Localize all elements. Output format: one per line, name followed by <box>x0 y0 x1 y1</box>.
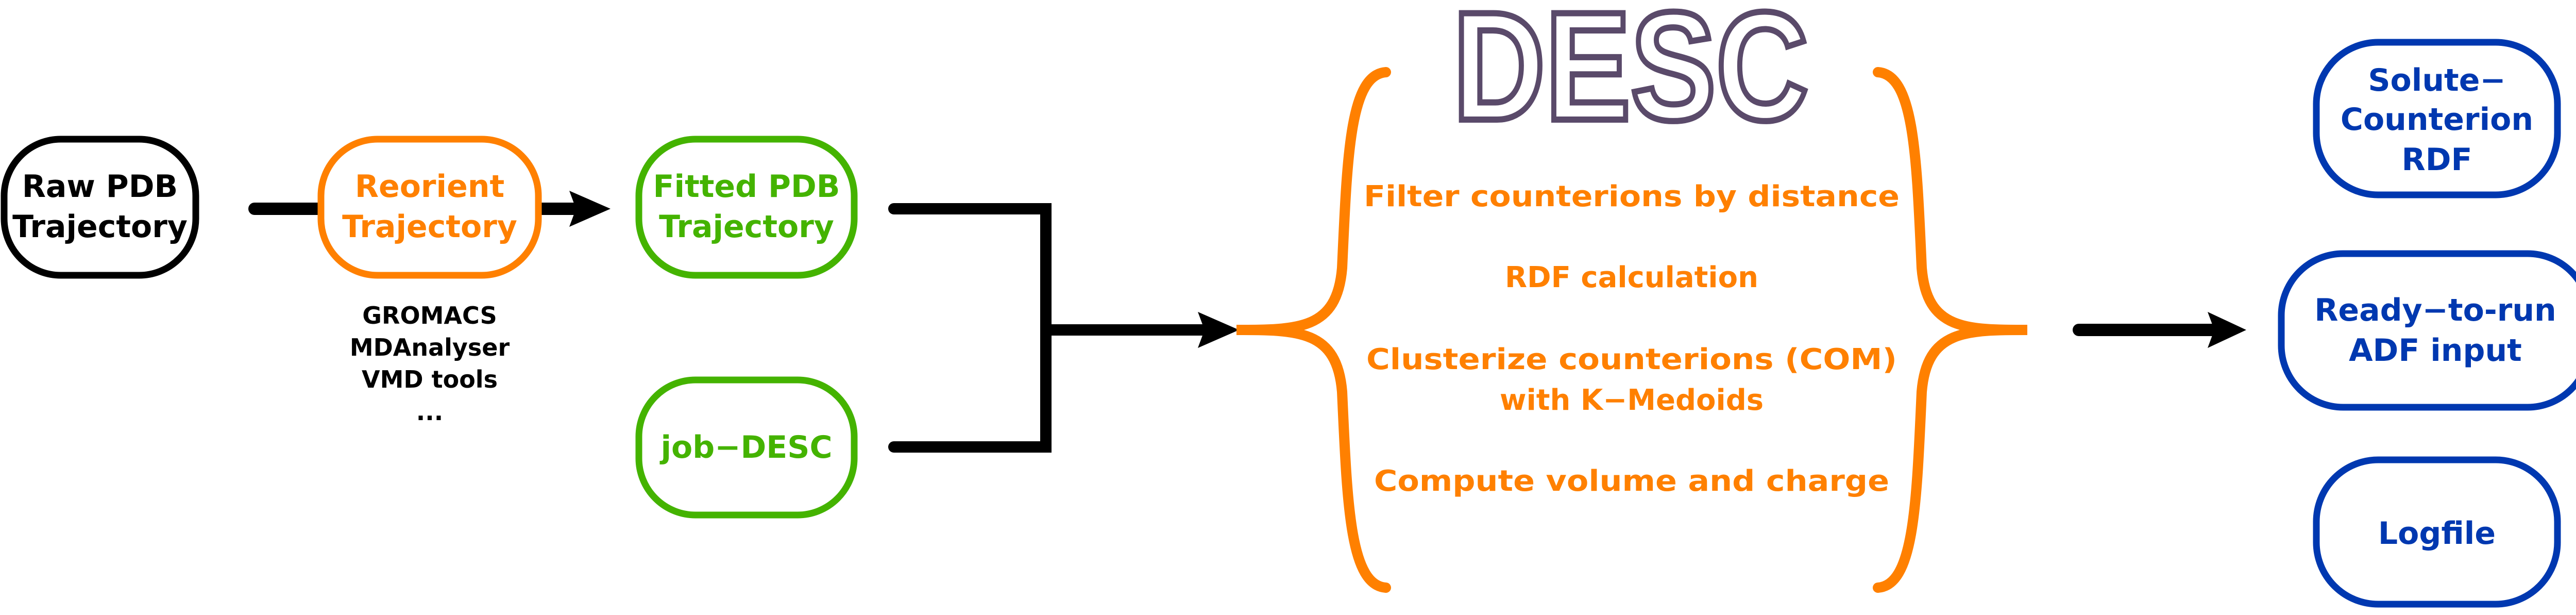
right-brace <box>1873 67 2028 593</box>
output-ready-to-run-adf-input: Ready−to-run ADF input <box>2278 250 2576 411</box>
node-label: job−DESC <box>659 429 832 466</box>
tool-item: GROMACS <box>362 302 497 329</box>
node-label: Reorient <box>355 169 504 205</box>
node-label: Trajectory <box>342 209 517 245</box>
desc-step: RDF calculation <box>1505 261 1758 294</box>
node-label: Trajectory <box>12 209 188 245</box>
node-label: Raw PDB <box>22 169 178 205</box>
node-label: ADF input <box>2349 333 2522 369</box>
connector-merge <box>888 203 1239 453</box>
desc-step: Filter counterions by distance <box>1364 180 1900 213</box>
desc-step: Compute volume and charge <box>1374 464 1889 498</box>
node-label: Logfile <box>2378 516 2496 552</box>
output-solute-counterion-rdf: Solute− Counterion RDF <box>2313 39 2561 198</box>
node-job-desc: job−DESC <box>635 376 858 519</box>
arrow-desc-to-outputs <box>2073 312 2246 348</box>
left-brace <box>1236 67 1391 593</box>
node-label: Fitted PDB <box>653 169 840 205</box>
tool-item: MDAnalyser <box>350 334 510 361</box>
node-fitted-pdb-trajectory: Fitted PDB Trajectory <box>635 136 858 279</box>
output-logfile: Logfile <box>2313 456 2561 608</box>
desc-logo: DESC <box>1453 0 1808 153</box>
node-label: Counterion <box>2341 102 2533 138</box>
node-label: Solute− <box>2368 62 2505 98</box>
desc-workflow-diagram: Raw PDB Trajectory Reorient Trajectory G… <box>1 0 2576 608</box>
node-reorient-trajectory: Reorient Trajectory <box>317 136 542 279</box>
tool-item: ... <box>416 398 443 426</box>
node-raw-pdb-trajectory: Raw PDB Trajectory <box>1 136 199 279</box>
node-label: RDF <box>2402 142 2472 178</box>
desc-step: Clusterize counterions (COM) <box>1366 343 1897 376</box>
node-label: Ready−to-run <box>2314 292 2556 328</box>
tools-list: GROMACS MDAnalyser VMD tools ... <box>350 302 510 426</box>
node-label: Trajectory <box>659 209 834 245</box>
tool-item: VMD tools <box>362 365 498 393</box>
desc-step: with K−Medoids <box>1500 384 1764 417</box>
